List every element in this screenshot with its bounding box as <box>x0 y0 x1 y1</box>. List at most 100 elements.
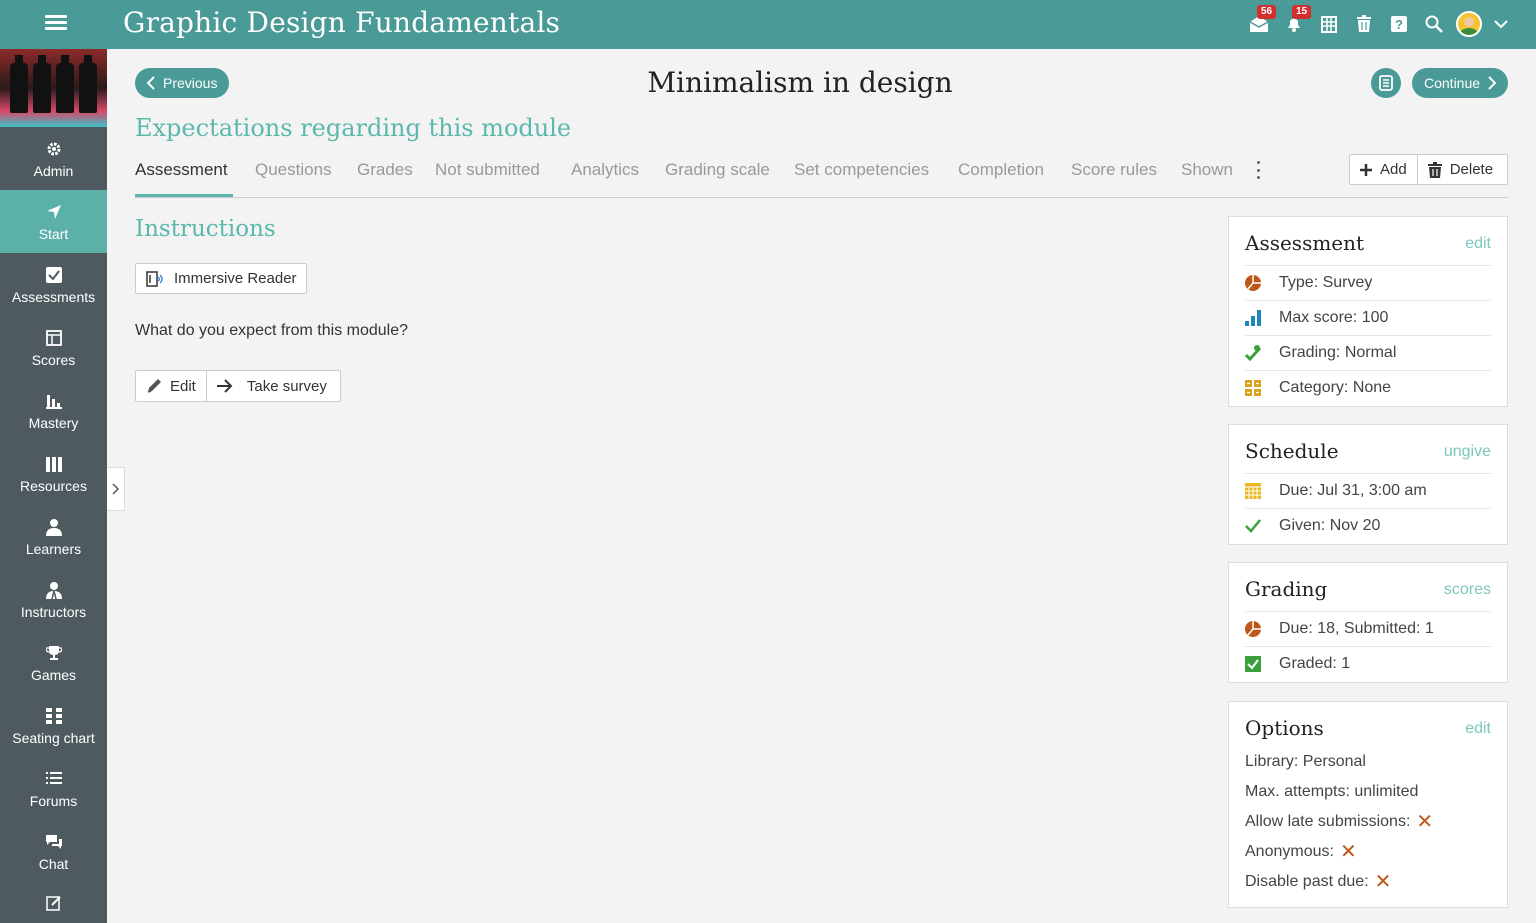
delete-button[interactable]: Delete <box>1416 155 1503 184</box>
sidebar-item-more[interactable] <box>0 883 107 923</box>
list-icon <box>45 769 62 789</box>
seating-grid-icon <box>45 706 62 726</box>
edit-button[interactable]: Edit <box>136 371 206 401</box>
immersive-reader-label: Immersive Reader <box>174 270 297 287</box>
page-title: Minimalism in design <box>647 66 953 99</box>
sidebar-item-seating-chart[interactable]: Seating chart <box>0 694 107 757</box>
sidebar-item-mastery[interactable]: Mastery <box>0 379 107 442</box>
edit-label: Edit <box>170 377 196 395</box>
category-grid-icon <box>1245 380 1279 396</box>
x-mark-icon: ✕ <box>1374 871 1392 893</box>
disable-past-due-row: Disable past due: ✕ <box>1245 867 1491 897</box>
question-text: What do you expect from this module? <box>135 322 409 339</box>
assessment-type-text: Type: Survey <box>1279 274 1373 291</box>
tab-set-competencies[interactable]: Set competencies <box>794 160 929 180</box>
options-edit-link[interactable]: edit <box>1465 720 1491 738</box>
continue-label: Continue <box>1424 75 1481 91</box>
sidebar-item-instructors[interactable]: Instructors <box>0 568 107 631</box>
course-title[interactable]: Graphic Design Fundamentals <box>123 6 560 39</box>
more-tabs-icon[interactable] <box>1253 160 1263 180</box>
tab-grading-scale[interactable]: Grading scale <box>665 160 770 180</box>
sidebar-expand-toggle[interactable] <box>107 467 125 511</box>
search-icon[interactable] <box>1416 9 1451 39</box>
sidebar-item-label: Games <box>30 666 77 683</box>
sidebar-item-assessments[interactable]: Assessments <box>0 253 107 316</box>
sidebar-item-games[interactable]: Games <box>0 631 107 694</box>
library-text: Library: Personal <box>1245 753 1366 770</box>
assessment-panel-title: Assessment <box>1245 231 1365 255</box>
messages-icon[interactable]: 56 <box>1241 5 1277 39</box>
tab-shown[interactable]: Shown <box>1181 160 1233 180</box>
gradebook-icon <box>45 328 62 348</box>
instructions-heading: Instructions <box>135 216 276 242</box>
person-icon <box>45 517 62 537</box>
user-avatar[interactable] <box>1451 9 1486 39</box>
sidebar-item-learners[interactable]: Learners <box>0 505 107 568</box>
grading-panel: Grading scores Due: 18, Submitted: 1 Gra… <box>1228 562 1508 683</box>
action-button-group: Edit Take survey <box>135 370 341 402</box>
given-date-row: Given: Nov 20 <box>1245 508 1491 543</box>
anonymous-text: Anonymous: <box>1245 843 1334 860</box>
continue-button[interactable]: Continue <box>1412 68 1508 98</box>
x-mark-icon: ✕ <box>1416 811 1434 833</box>
sidebar-item-label: Chat <box>38 855 69 872</box>
chevron-down-icon[interactable] <box>1486 9 1516 39</box>
tab-analytics[interactable]: Analytics <box>571 160 639 180</box>
library-row: Library: Personal <box>1245 747 1491 777</box>
options-panel: Options edit Library: Personal Max. atte… <box>1228 701 1508 908</box>
sidebar-item-label: Start <box>38 225 69 242</box>
late-submissions-text: Allow late submissions: <box>1245 813 1411 830</box>
add-button[interactable]: Add <box>1350 155 1417 184</box>
schedule-panel: Schedule ungive Due: Jul 31, 3:00 am Giv… <box>1228 424 1508 545</box>
calendar-icon[interactable] <box>1311 9 1346 39</box>
sidebar-item-forums[interactable]: Forums <box>0 757 107 820</box>
pencil-icon <box>146 378 162 394</box>
previous-button[interactable]: Previous <box>135 68 229 98</box>
trophy-icon <box>45 643 62 663</box>
notifications-icon[interactable]: 15 <box>1276 5 1312 39</box>
grading-row: Grading: Normal <box>1245 335 1491 370</box>
trash-icon[interactable] <box>1346 9 1381 39</box>
plus-icon <box>1360 163 1372 176</box>
scores-link[interactable]: scores <box>1444 581 1491 599</box>
instructor-icon <box>45 580 62 600</box>
immersive-reader-button[interactable]: Immersive Reader <box>135 263 307 294</box>
sidebar-item-resources[interactable]: Resources <box>0 442 107 505</box>
tab-score-rules[interactable]: Score rules <box>1071 160 1157 180</box>
document-view-icon <box>1379 75 1393 91</box>
tab-not-submitted[interactable]: Not submitted <box>435 160 540 180</box>
tab-completion[interactable]: Completion <box>958 160 1044 180</box>
print-view-button[interactable] <box>1371 68 1401 98</box>
delete-label: Delete <box>1449 161 1494 178</box>
max-score-row: Max score: 100 <box>1245 300 1491 335</box>
sidebar-item-label: Assessments <box>11 288 96 305</box>
grading-check-icon <box>1245 345 1279 361</box>
ungive-link[interactable]: ungive <box>1444 443 1491 461</box>
bar-chart-icon <box>45 391 62 411</box>
sidebar-item-scores[interactable]: Scores <box>0 316 107 379</box>
tab-grades[interactable]: Grades <box>357 160 413 180</box>
sidebar-item-chat[interactable]: Chat <box>0 820 107 883</box>
sidebar-item-admin[interactable]: Admin <box>0 127 107 190</box>
grading-panel-title: Grading <box>1245 577 1328 601</box>
sidebar-item-label: Resources <box>20 477 87 494</box>
hamburger-menu-icon[interactable] <box>40 12 72 36</box>
course-image-bottle <box>10 55 28 113</box>
help-icon[interactable]: ? <box>1381 9 1416 39</box>
anonymous-row: Anonymous: ✕ <box>1245 837 1491 867</box>
sidebar-item-start[interactable]: Start <box>0 190 107 253</box>
take-survey-button[interactable]: Take survey <box>205 371 337 401</box>
given-date-text: Given: Nov 20 <box>1279 517 1381 534</box>
max-score-text: Max score: 100 <box>1279 309 1389 326</box>
category-row: Category: None <box>1245 370 1491 405</box>
course-image[interactable] <box>0 49 107 127</box>
tab-assessment[interactable]: Assessment <box>135 160 228 180</box>
books-icon <box>45 454 62 474</box>
tab-questions[interactable]: Questions <box>255 160 332 180</box>
tab-bar: Assessment Questions Grades Not submitte… <box>135 150 1508 198</box>
module-title: Expectations regarding this module <box>135 114 572 142</box>
arrow-right-icon <box>216 379 233 393</box>
assessment-edit-link[interactable]: edit <box>1465 235 1491 253</box>
immersive-reader-icon <box>146 270 164 287</box>
due-submitted-row: Due: 18, Submitted: 1 <box>1245 611 1491 646</box>
